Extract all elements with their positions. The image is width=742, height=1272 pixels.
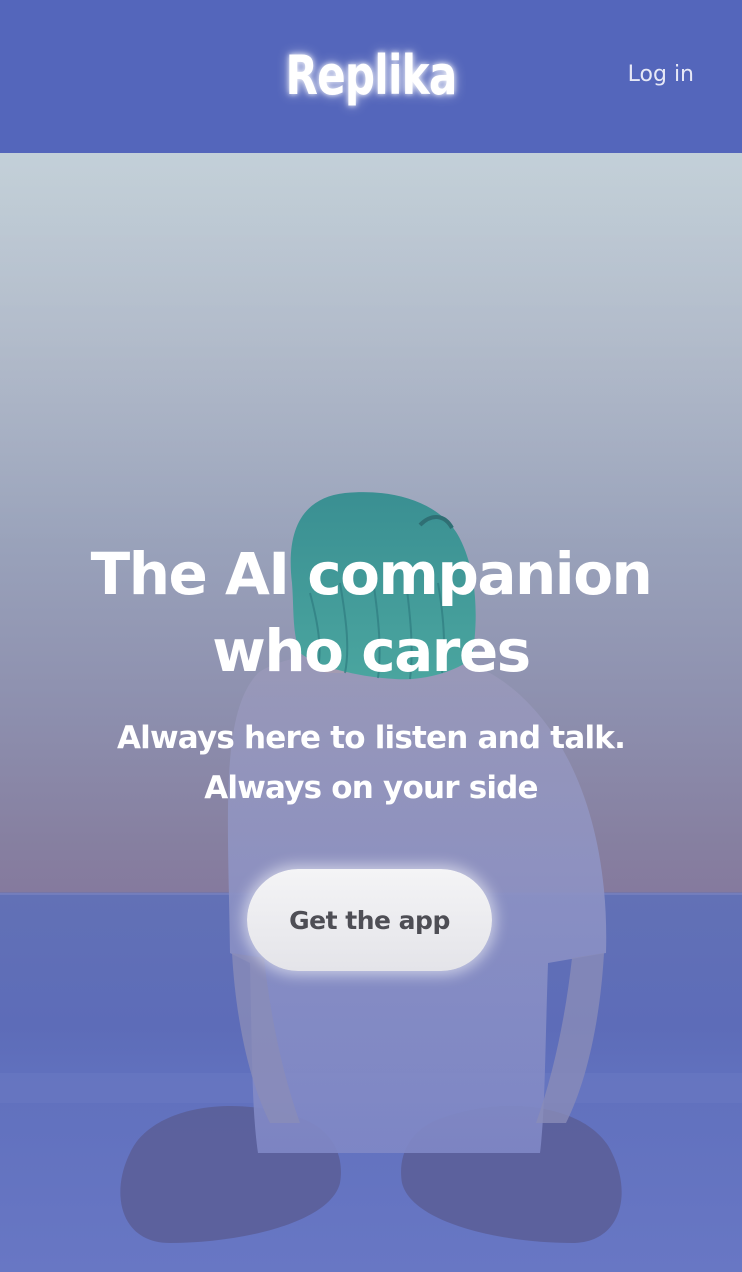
replika-logo[interactable]: Replika (82, 44, 661, 107)
hero-section: The AI companion who cares Always here t… (0, 153, 742, 1272)
login-link[interactable]: Log in (628, 62, 694, 87)
hero-headline: The AI companion who cares (20, 536, 722, 690)
subhead-line-2: Always on your side (204, 770, 538, 806)
get-the-app-button[interactable]: Get the app (247, 869, 492, 971)
subhead-line-1: Always here to listen and talk. (116, 720, 626, 756)
site-header: Replika Log in (0, 0, 742, 153)
landing-page: Replika Log in The AI companion who care… (0, 0, 742, 1272)
headline-line-1: The AI companion (90, 540, 653, 608)
hero-subheadline: Always here to listen and talk. Always o… (20, 713, 722, 813)
headline-line-2: who cares (212, 617, 531, 685)
